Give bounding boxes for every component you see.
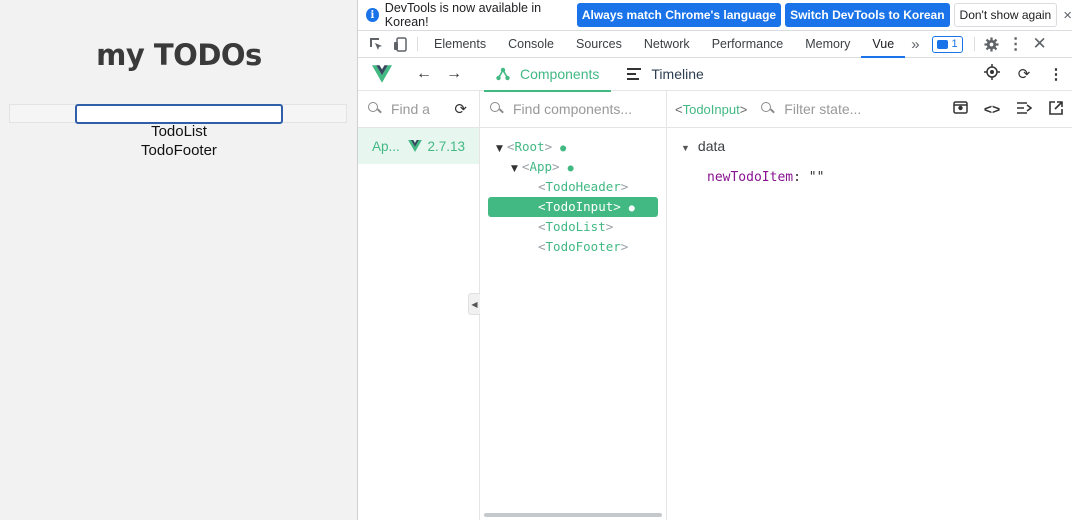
device-toolbar-icon[interactable] — [388, 31, 412, 57]
vue-toolbar-actions: ⟳ ⋮ — [976, 64, 1072, 84]
tree-node-todoheader[interactable]: <TodoHeader> — [538, 177, 628, 197]
close-devtools-icon[interactable]: ✕ — [1028, 31, 1052, 57]
app-name: Ap... — [372, 138, 400, 154]
state-value[interactable]: "" — [809, 170, 825, 185]
horizontal-scrollbar[interactable] — [484, 513, 662, 517]
forward-arrow-icon[interactable]: → — [446, 65, 462, 83]
tab-components-label: Components — [520, 66, 600, 82]
tree-node-root[interactable]: ▼ <Root> ● — [496, 137, 566, 157]
expand-triangle-icon[interactable]: ▼ — [511, 164, 518, 174]
inspect-dom-icon[interactable] — [1008, 101, 1040, 117]
tree-node-todoinput[interactable]: <TodoInput> ● — [488, 197, 658, 217]
tab-network[interactable]: Network — [633, 31, 701, 57]
kebab-menu-icon[interactable]: ⋮ — [1004, 31, 1028, 57]
apps-search: ⟳ — [358, 91, 479, 128]
apps-panel: ⟳ Ap... 2.7.13 — [358, 91, 480, 520]
selected-component-name: <TodoInput> — [675, 101, 748, 117]
collapse-panel-icon[interactable]: ◀ — [468, 293, 480, 315]
filter-state-input[interactable] — [784, 101, 935, 117]
components-search — [480, 91, 666, 128]
select-component-icon[interactable] — [976, 64, 1008, 84]
todo-list-label: TodoList — [151, 123, 207, 140]
vue-logo-icon — [408, 140, 423, 152]
back-arrow-icon[interactable]: ← — [416, 65, 432, 83]
switch-to-korean-button[interactable]: Switch DevTools to Korean — [785, 3, 950, 27]
devtools-tabbar: Elements Console Sources Network Perform… — [358, 31, 1072, 58]
search-icon — [368, 102, 382, 116]
scroll-to-component-icon[interactable] — [944, 101, 976, 117]
always-match-language-button[interactable]: Always match Chrome's language — [576, 3, 782, 27]
tabbar-separator — [417, 37, 418, 51]
vue-version: 2.7.13 — [427, 138, 465, 154]
app-version: 2.7.13 — [408, 139, 465, 154]
components-search-input[interactable] — [513, 101, 663, 117]
tab-console[interactable]: Console — [497, 31, 565, 57]
tree-node-todofooter[interactable]: <TodoFooter> — [538, 237, 628, 257]
tab-elements[interactable]: Elements — [423, 31, 497, 57]
vue-toolbar: ← → Components Timeline ⟳ ⋮ — [358, 58, 1072, 92]
inspector-actions: <> — [944, 100, 1072, 118]
inspector-panel: <TodoInput> <> ▼ data newTodoItem: "" — [667, 91, 1072, 520]
timeline-icon — [627, 68, 642, 80]
info-icon: i — [366, 8, 379, 22]
tab-timeline[interactable]: Timeline — [615, 58, 715, 91]
apps-search-input[interactable] — [391, 101, 431, 117]
gear-icon[interactable] — [980, 31, 1004, 57]
state-key: newTodoItem — [707, 170, 794, 185]
inspect-element-icon[interactable] — [364, 31, 388, 57]
close-icon[interactable]: × — [1063, 7, 1072, 24]
app-list-item[interactable]: Ap... 2.7.13 — [358, 128, 479, 164]
search-icon — [761, 102, 775, 116]
infobar-message: DevTools is now available in Korean! — [384, 1, 542, 29]
inspector-header: <TodoInput> <> — [667, 91, 1072, 128]
vue-menu-icon[interactable]: ⋮ — [1040, 65, 1072, 83]
tree-node-todolist[interactable]: <TodoList> — [538, 217, 613, 237]
page-viewport: my TODOs TodoList TodoFooter — [0, 0, 358, 520]
dont-show-again-button[interactable]: Don't show again — [953, 3, 1058, 27]
message-icon — [936, 39, 948, 49]
tab-timeline-label: Timeline — [651, 66, 704, 82]
page-title: my TODOs — [96, 38, 262, 72]
refresh-apps-icon[interactable]: ⟳ — [454, 100, 467, 118]
language-infobar: i DevTools is now available in Korean! A… — [358, 0, 1072, 31]
data-section-header[interactable]: ▼ data — [681, 138, 725, 154]
issues-badge[interactable]: 1 — [931, 35, 963, 53]
todo-input[interactable] — [75, 104, 283, 124]
expand-triangle-icon[interactable]: ▼ — [496, 144, 503, 154]
refresh-icon[interactable]: ⟳ — [1008, 65, 1040, 83]
tree-node-app[interactable]: ▼ <App> ● — [511, 157, 574, 177]
components-tree-icon — [496, 67, 510, 81]
tab-sources[interactable]: Sources — [565, 31, 633, 57]
tabbar-separator — [973, 37, 975, 51]
expand-triangle-icon[interactable]: ▼ — [681, 143, 690, 153]
state-row[interactable]: newTodoItem: "" — [707, 170, 824, 185]
tab-vue[interactable]: Vue — [861, 31, 905, 58]
tab-performance[interactable]: Performance — [701, 31, 795, 57]
todo-footer-label: TodoFooter — [141, 142, 217, 159]
more-tabs-icon[interactable]: » — [905, 31, 925, 57]
data-section-label: data — [697, 138, 726, 154]
issues-count: 1 — [951, 38, 958, 50]
code-icon[interactable]: <> — [976, 101, 1008, 117]
tab-components[interactable]: Components — [484, 58, 612, 92]
tab-memory[interactable]: Memory — [794, 31, 861, 57]
vue-logo-icon — [372, 65, 392, 83]
open-in-editor-icon[interactable] — [1040, 100, 1072, 118]
component-tree-panel: ◀ ▼<Root>● ▼<App>● <TodoHeader> <TodoInp… — [468, 91, 667, 520]
search-icon — [490, 102, 504, 116]
devtools-panel: i DevTools is now available in Korean! A… — [358, 0, 1072, 520]
